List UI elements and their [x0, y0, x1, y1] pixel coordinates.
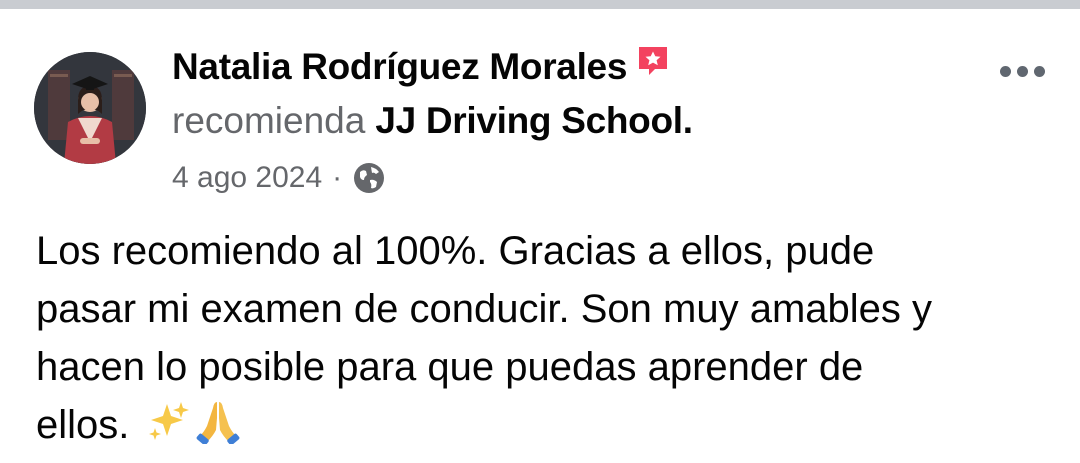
more-options-button[interactable] [992, 54, 1052, 88]
avatar[interactable] [34, 52, 146, 164]
meta-separator: · [332, 161, 343, 194]
avatar-photo [34, 52, 146, 164]
page-name-link[interactable]: JJ Driving School. [375, 100, 693, 142]
post-text-last-line: ellos. [36, 396, 1056, 454]
recommendation-line: recomienda JJ Driving School. [172, 96, 693, 146]
author-name[interactable]: Natalia Rodríguez Morales [172, 46, 627, 88]
top-divider [0, 0, 1080, 9]
more-options-dot [1033, 65, 1045, 77]
globe-icon[interactable] [352, 161, 386, 195]
recommendation-icon [635, 43, 671, 79]
recommend-verb: recomienda [172, 100, 366, 141]
more-options-icon [999, 65, 1011, 77]
post-text-line: ellos. [36, 403, 130, 447]
post-text-line: hacen lo posible para que puedas aprende… [36, 345, 864, 389]
post-date[interactable]: 4 ago 2024 [172, 161, 322, 195]
more-options-dot [1016, 65, 1028, 77]
post-text: Los recomiendo al 100%. Gracias a ellos,… [36, 222, 1056, 454]
post-meta: 4 ago 2024 · [172, 156, 386, 200]
post-text-line: pasar mi examen de conducir. Son muy ama… [36, 287, 932, 331]
folded-hands-icon [195, 398, 241, 444]
author-line: Natalia Rodríguez Morales [172, 42, 671, 92]
post-text-line: Los recomiendo al 100%. Gracias a ellos,… [36, 229, 875, 273]
sparkles-icon [145, 398, 191, 444]
